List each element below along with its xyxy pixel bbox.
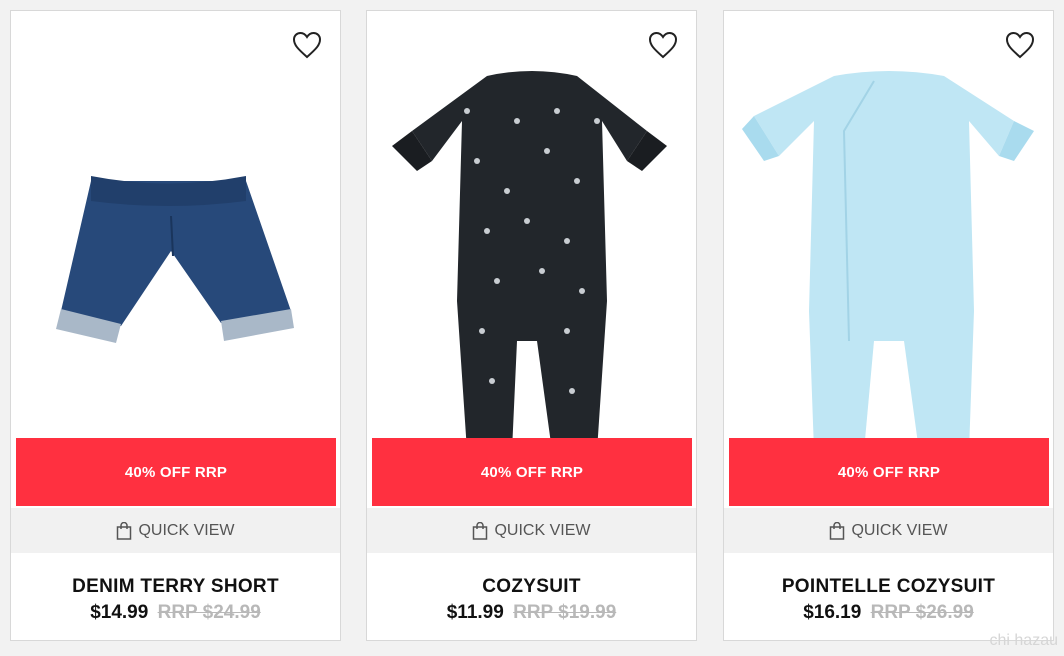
heart-icon[interactable]	[1005, 31, 1035, 59]
heart-icon[interactable]	[648, 31, 678, 59]
product-image[interactable]	[11, 11, 340, 508]
quick-view-button[interactable]: QUICK VIEW	[11, 508, 340, 553]
rrp-price: RRP $26.99	[870, 602, 974, 623]
product-image[interactable]	[724, 11, 1053, 508]
rrp-price: RRP $19.99	[513, 602, 617, 623]
quick-view-label: QUICK VIEW	[138, 521, 235, 539]
quick-view-button[interactable]: QUICK VIEW	[724, 508, 1053, 553]
heart-icon[interactable]	[292, 31, 322, 59]
discount-badge: 40% OFF RRP	[372, 438, 692, 506]
product-name[interactable]: POINTELLE COZYSUIT	[724, 576, 1053, 598]
discount-badge: 40% OFF RRP	[729, 438, 1049, 506]
price-row: $11.99 RRP $19.99	[367, 602, 696, 624]
product-card[interactable]: 40% OFF RRP QUICK VIEW POINTELLE COZYSUI…	[723, 10, 1054, 641]
quick-view-button[interactable]: QUICK VIEW	[367, 508, 696, 553]
shopping-bag-icon	[116, 521, 132, 540]
quick-view-label: QUICK VIEW	[494, 521, 591, 539]
product-image[interactable]	[367, 11, 696, 508]
product-card[interactable]: 40% OFF RRP QUICK VIEW COZYSUIT $11.99 R…	[366, 10, 697, 641]
sale-price: $11.99	[446, 602, 504, 623]
sale-price: $16.19	[803, 602, 862, 623]
price-row: $16.19 RRP $26.99	[724, 602, 1053, 624]
rrp-price: RRP $24.99	[157, 602, 261, 623]
light-blue-romper-image	[742, 71, 1034, 451]
product-name[interactable]: DENIM TERRY SHORT	[11, 576, 340, 598]
sale-price: $14.99	[90, 602, 149, 623]
product-name[interactable]: COZYSUIT	[367, 576, 696, 598]
quick-view-label: QUICK VIEW	[851, 521, 948, 539]
shopping-bag-icon	[829, 521, 845, 540]
watermark: chi hazau	[989, 632, 1059, 649]
product-card[interactable]: 40% OFF RRP QUICK VIEW DENIM TERRY SHORT…	[10, 10, 341, 641]
price-row: $14.99 RRP $24.99	[11, 602, 340, 624]
denim-shorts-image	[56, 176, 294, 343]
discount-badge: 40% OFF RRP	[16, 438, 336, 506]
black-star-romper-image	[392, 71, 667, 451]
shopping-bag-icon	[472, 521, 488, 540]
